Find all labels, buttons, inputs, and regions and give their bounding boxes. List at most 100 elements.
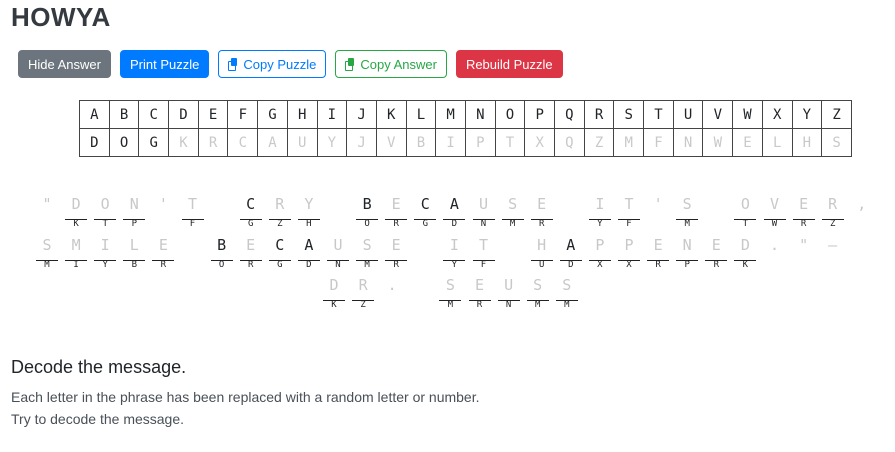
puzzle-letter-cell[interactable]: RZ xyxy=(267,195,293,231)
key-plain-cell: X xyxy=(761,100,793,129)
puzzle-punctuation-cell xyxy=(412,236,438,272)
instructions-line-1: Each letter in the phrase has been repla… xyxy=(11,389,480,405)
puzzle-punctuation-cell: — xyxy=(820,236,846,272)
puzzle-letter-cell[interactable]: MI xyxy=(63,236,89,272)
key-plain-cell: S xyxy=(613,100,645,129)
puzzle-letter-cell[interactable]: TF xyxy=(616,195,642,231)
puzzle-plain-letter: — xyxy=(828,236,838,254)
puzzle-letter-cell[interactable]: IY xyxy=(92,236,118,272)
puzzle-plain-letter: I xyxy=(100,236,110,254)
key-plain-cell: O xyxy=(494,100,526,129)
key-plain-cell: P xyxy=(524,100,555,129)
puzzle-punctuation-cell: " xyxy=(791,236,817,272)
puzzle-letter-cell[interactable]: PX xyxy=(616,236,642,272)
puzzle-letter-cell[interactable]: BO xyxy=(209,236,235,272)
puzzle-letter-cell[interactable]: SM xyxy=(674,195,700,231)
puzzle-letter-cell[interactable]: AD xyxy=(441,195,467,231)
hide-answer-button[interactable]: Hide Answer xyxy=(18,50,111,78)
puzzle-plain-letter: B xyxy=(217,236,227,254)
key-plain-cell: H xyxy=(286,100,318,129)
puzzle-letter-cell[interactable]: UN xyxy=(496,276,522,312)
key-plain-cell: T xyxy=(643,100,674,129)
puzzle-letter-cell[interactable]: ER xyxy=(150,236,176,272)
puzzle-letter-cell[interactable]: ER xyxy=(383,195,409,231)
puzzle-letter-cell[interactable]: ER xyxy=(383,236,409,272)
puzzle-plain-letter: I xyxy=(595,195,605,213)
key-cipher-cell: W xyxy=(702,128,734,157)
puzzle-letter-cell[interactable]: AD xyxy=(296,236,322,272)
key-cipher-cell: Q xyxy=(554,128,585,157)
print-puzzle-button[interactable]: Print Puzzle xyxy=(119,50,210,78)
puzzle-letter-cell[interactable]: UN xyxy=(325,236,351,272)
puzzle-letter-cell[interactable]: RZ xyxy=(820,195,846,231)
copy-icon xyxy=(345,57,355,71)
puzzle-plain-letter: E xyxy=(799,195,809,213)
puzzle-plain-letter: N xyxy=(129,195,139,213)
puzzle-letter-cell[interactable]: ER xyxy=(703,236,729,272)
puzzle-letter-cell[interactable]: OT xyxy=(732,195,758,231)
puzzle-letter-cell[interactable]: LB xyxy=(121,236,147,272)
puzzle-letter-cell[interactable]: CG xyxy=(412,195,438,231)
puzzle-cipher-letter: M xyxy=(509,219,516,229)
puzzle-letter-cell[interactable]: DK xyxy=(321,276,347,312)
key-plain-cell: E xyxy=(197,100,229,129)
key-plain-cell: F xyxy=(227,100,259,129)
puzzle-letter-cell[interactable]: ER xyxy=(791,195,817,231)
copy-puzzle-label: Copy Puzzle xyxy=(243,56,317,72)
puzzle-letter-cell[interactable]: NP xyxy=(121,195,147,231)
puzzle-plain-letter: E xyxy=(653,236,663,254)
puzzle-letter-cell[interactable]: ER xyxy=(529,195,555,231)
puzzle-letter-cell[interactable]: SM xyxy=(500,195,526,231)
puzzle-letter-cell[interactable]: DK xyxy=(732,236,758,272)
rebuild-puzzle-button[interactable]: Rebuild Puzzle xyxy=(455,50,563,78)
puzzle-plain-letter: ' xyxy=(653,195,663,213)
puzzle-plain-letter: , xyxy=(857,195,867,213)
puzzle-cipher-letter: O xyxy=(364,219,370,229)
puzzle-letter-cell[interactable]: AD xyxy=(558,236,584,272)
puzzle-letter-cell[interactable]: ER xyxy=(645,236,671,272)
puzzle-cipher-letter: R xyxy=(655,260,661,270)
puzzle-letter-cell[interactable]: UN xyxy=(471,195,497,231)
puzzle-cipher-letter: D xyxy=(306,260,312,270)
puzzle-letter-cell[interactable]: VW xyxy=(762,195,788,231)
puzzle-letter-cell[interactable]: YH xyxy=(296,195,322,231)
puzzle-letter-cell[interactable]: SM xyxy=(34,236,60,272)
puzzle-letter-cell[interactable]: NP xyxy=(674,236,700,272)
puzzle-plain-letter: " xyxy=(799,236,809,254)
key-plain-cell: K xyxy=(375,100,407,129)
hide-answer-label: Hide Answer xyxy=(28,56,101,72)
puzzle-letter-cell[interactable]: SM xyxy=(437,276,463,312)
puzzle-letter-cell[interactable]: RZ xyxy=(350,276,376,312)
puzzle-letter-cell[interactable]: TF xyxy=(471,236,497,272)
puzzle-plain-letter: S xyxy=(362,236,372,254)
puzzle-plain-letter: E xyxy=(246,236,256,254)
key-cipher-cell: U xyxy=(286,128,318,157)
puzzle-letter-cell[interactable]: HU xyxy=(529,236,555,272)
puzzle-letter-cell[interactable]: CG xyxy=(238,195,264,231)
puzzle-letter-cell[interactable]: TF xyxy=(180,195,206,231)
puzzle-plain-letter: E xyxy=(537,195,547,213)
puzzle-letter-cell[interactable]: OT xyxy=(92,195,118,231)
puzzle-letter-cell[interactable]: BO xyxy=(354,195,380,231)
key-cipher-cell: P xyxy=(464,128,496,157)
puzzle-letter-cell[interactable]: IY xyxy=(441,236,467,272)
print-puzzle-label: Print Puzzle xyxy=(129,56,200,72)
puzzle-cipher-letter: R xyxy=(247,260,254,270)
puzzle-letter-cell[interactable]: SM xyxy=(354,236,380,272)
puzzle-letter-cell[interactable]: PX xyxy=(587,236,613,272)
cipher-key-table: ABCDEFGHIJKLMNOPQRSTUVWXYZ DOGKRCAUYJVBI… xyxy=(79,100,852,157)
key-plain-cell: Y xyxy=(791,100,823,129)
key-plain-cell: I xyxy=(316,100,348,129)
copy-puzzle-button[interactable]: Copy Puzzle xyxy=(218,50,327,78)
puzzle-letter-cell[interactable]: DK xyxy=(63,195,89,231)
puzzle-letter-cell[interactable]: IY xyxy=(587,195,613,231)
copy-answer-button[interactable]: Copy Answer xyxy=(335,50,447,78)
puzzle-letter-cell[interactable]: CG xyxy=(267,236,293,272)
puzzle-letter-cell[interactable]: ER xyxy=(238,236,264,272)
puzzle-letter-cell[interactable]: SM xyxy=(525,276,551,312)
puzzle-letter-cell[interactable]: ER xyxy=(467,276,493,312)
puzzle-punctuation-cell: , xyxy=(849,195,875,231)
puzzle-cipher-letter: Z xyxy=(360,300,366,310)
puzzle-cipher-letter: N xyxy=(335,260,341,270)
puzzle-letter-cell[interactable]: SM xyxy=(554,276,580,312)
